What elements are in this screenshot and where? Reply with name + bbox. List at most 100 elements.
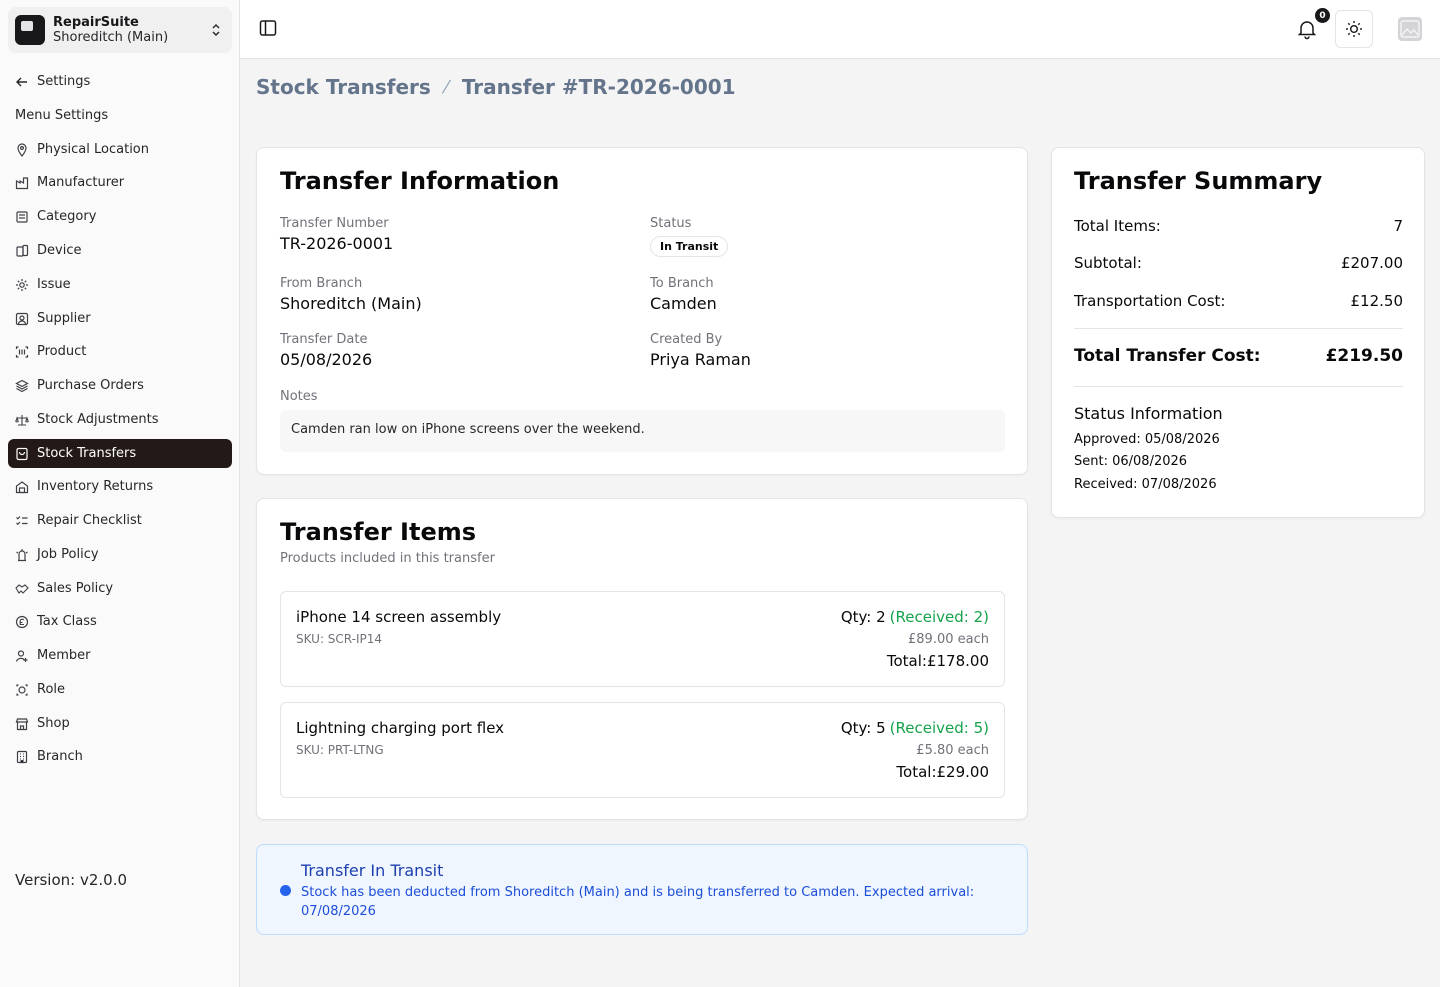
transfer-summary-card: Transfer Summary Total Items: 7 Subtotal… xyxy=(1051,147,1425,518)
subtotal-value: £207.00 xyxy=(1340,254,1403,272)
alert-title: Transfer In Transit xyxy=(301,861,444,880)
brand-branch: Shoreditch (Main) xyxy=(53,30,169,45)
item-name: Lightning charging port flex xyxy=(296,719,505,737)
sidebar-item-label: Supplier xyxy=(37,311,91,326)
sun-icon xyxy=(1346,21,1362,37)
bell-icon[interactable] xyxy=(1296,18,1318,40)
list-item: Lightning charging port flex SKU: PRT-LT… xyxy=(280,702,1005,798)
sidebar-item-stock-transfers[interactable]: Stock Transfers xyxy=(8,439,232,468)
return-icon xyxy=(15,480,29,494)
sidebar: RepairSuite Shoreditch (Main) Settings M… xyxy=(0,0,240,987)
category-icon xyxy=(15,210,29,224)
created-by: Priya Raman xyxy=(650,350,751,369)
created-by-field: Created By Priya Raman xyxy=(650,332,751,369)
transfer-date: 05/08/2026 xyxy=(280,350,373,369)
building-icon xyxy=(15,750,29,764)
transfer-items-subtitle: Products included in this transfer xyxy=(280,551,495,566)
transfer-icon xyxy=(15,447,29,461)
transfer-information-card: Transfer Information Transfer Number TR-… xyxy=(256,147,1028,475)
policy-icon xyxy=(15,548,29,562)
brand-name: RepairSuite xyxy=(53,15,139,30)
transfer-summary-title: Transfer Summary xyxy=(1074,167,1323,195)
factory-icon xyxy=(15,176,29,190)
back-label: Settings xyxy=(37,74,91,89)
transfer-number-field: Transfer Number TR-2026-0001 xyxy=(280,216,394,253)
sidebar-item-label: Repair Checklist xyxy=(37,513,142,528)
alert-body: Stock has been deducted from Shoreditch … xyxy=(301,885,975,919)
sidebar-item-purchase-orders[interactable]: Purchase Orders xyxy=(8,371,232,400)
shop-icon xyxy=(15,717,29,731)
sidebar-item-stock-adjustments[interactable]: Stock Adjustments xyxy=(8,405,232,434)
sidebar-item-label: Physical Location xyxy=(37,142,149,157)
barcode-icon xyxy=(15,345,29,359)
handshake-icon xyxy=(15,582,29,596)
top-bar: 0 xyxy=(240,0,1440,59)
sidebar-item-repair-checklist[interactable]: Repair Checklist xyxy=(8,506,232,535)
issue-icon xyxy=(15,278,29,292)
to-branch-field: To Branch Camden xyxy=(650,276,717,313)
sidebar-toggle-icon[interactable] xyxy=(258,18,278,38)
total-items-row: Total Items: 7 xyxy=(1074,217,1403,235)
sidebar-item-label: Stock Transfers xyxy=(37,446,137,461)
brand-logo xyxy=(15,15,45,45)
layers-icon xyxy=(15,379,29,393)
sidebar-item-issue[interactable]: Issue xyxy=(8,270,232,299)
arrow-left-icon xyxy=(15,75,29,89)
approved-date: Approved: 05/08/2026 xyxy=(1074,432,1220,447)
back-to-settings-link[interactable]: Settings xyxy=(8,67,232,96)
transfer-information-title: Transfer Information xyxy=(280,167,560,195)
sidebar-item-inventory-returns[interactable]: Inventory Returns xyxy=(8,472,232,501)
user-avatar[interactable] xyxy=(1398,17,1422,41)
sidebar-item-branch[interactable]: Branch xyxy=(8,742,232,771)
status-information-title: Status Information xyxy=(1074,404,1223,423)
to-branch: Camden xyxy=(650,294,717,313)
sidebar-item-label: Inventory Returns xyxy=(37,479,154,494)
total-transfer-cost-value: £219.50 xyxy=(1325,346,1403,366)
sidebar-item-sales-policy[interactable]: Sales Policy xyxy=(8,574,232,603)
breadcrumb-separator: ⁄ xyxy=(444,76,448,98)
item-quantity: Qty: 2 (Received: 2) xyxy=(840,608,989,626)
sidebar-item-manufacturer[interactable]: Manufacturer xyxy=(8,168,232,197)
theme-toggle-button[interactable] xyxy=(1335,10,1373,48)
info-dot-icon xyxy=(280,885,291,896)
sidebar-item-member[interactable]: Member xyxy=(8,641,232,670)
supplier-icon xyxy=(15,312,29,326)
divider xyxy=(1074,386,1403,387)
sidebar-item-tax-class[interactable]: Tax Class xyxy=(8,607,232,636)
transfer-items-title: Transfer Items xyxy=(280,518,477,546)
item-received: (Received: 2) xyxy=(889,608,989,626)
sent-date: Sent: 06/08/2026 xyxy=(1074,454,1188,469)
sidebar-item-role[interactable]: Role xyxy=(8,675,232,704)
sidebar-item-label: Manufacturer xyxy=(37,175,125,190)
breadcrumb-parent-link[interactable]: Stock Transfers xyxy=(256,75,431,99)
image-placeholder-icon xyxy=(1400,20,1420,38)
item-unit-price: £5.80 each xyxy=(916,743,989,758)
sidebar-item-label: Role xyxy=(37,682,66,697)
transfer-number: TR-2026-0001 xyxy=(280,234,394,253)
total-items-value: 7 xyxy=(1393,217,1403,235)
member-icon xyxy=(15,649,29,663)
breadcrumb-current: Transfer #TR-2026-0001 xyxy=(461,75,736,99)
sidebar-item-category[interactable]: Category xyxy=(8,202,232,231)
device-icon xyxy=(15,244,29,258)
sidebar-item-label: Product xyxy=(37,344,87,359)
role-icon xyxy=(15,683,29,697)
sidebar-item-product[interactable]: Product xyxy=(8,337,232,366)
subtotal-row: Subtotal: £207.00 xyxy=(1074,254,1403,272)
sidebar-item-label: Shop xyxy=(37,716,70,731)
sidebar-item-shop[interactable]: Shop xyxy=(8,709,232,738)
sidebar-item-label: Category xyxy=(37,209,97,224)
status-badge: In Transit xyxy=(650,236,729,257)
item-received: (Received: 5) xyxy=(889,719,989,737)
sidebar-item-supplier[interactable]: Supplier xyxy=(8,304,232,333)
from-branch: Shoreditch (Main) xyxy=(280,294,422,313)
checklist-icon xyxy=(15,514,29,528)
branch-switcher[interactable]: RepairSuite Shoreditch (Main) xyxy=(8,7,232,53)
currency-icon xyxy=(15,615,29,629)
sidebar-item-label: Stock Adjustments xyxy=(37,412,159,427)
sidebar-item-job-policy[interactable]: Job Policy xyxy=(8,540,232,569)
sidebar-item-physical-location[interactable]: Physical Location xyxy=(8,135,232,164)
item-total: Total:£178.00 xyxy=(886,652,989,670)
sidebar-item-device[interactable]: Device xyxy=(8,236,232,265)
sidebar-item-label: Job Policy xyxy=(37,547,99,562)
